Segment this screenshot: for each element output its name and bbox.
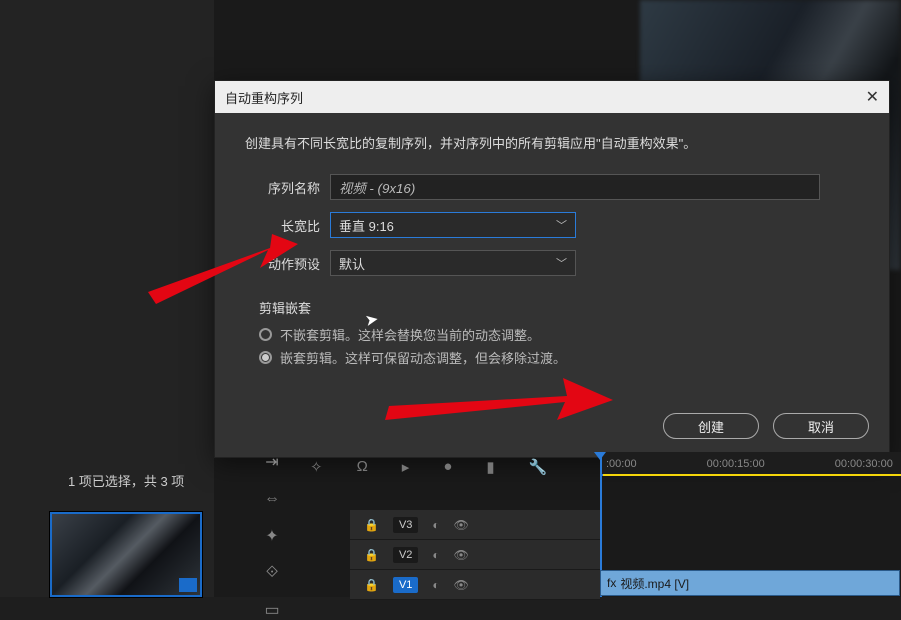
close-icon[interactable]: ✕ bbox=[866, 87, 879, 107]
link-icon[interactable]: ⟐ bbox=[266, 564, 279, 582]
timeline-tool-column: ⇥ ⇔ ✦ ⟐ ▭ bbox=[255, 452, 289, 620]
timeline-clip[interactable]: fx 视频.mp4 [V] bbox=[600, 570, 900, 596]
radio-nest[interactable]: 嵌套剪辑。这样可保留动态调整，但会移除过渡。 bbox=[259, 348, 845, 367]
project-thumbnail[interactable] bbox=[50, 512, 202, 597]
snap-icon[interactable]: ✧ bbox=[310, 458, 323, 476]
settings-icon[interactable]: ▮ bbox=[486, 458, 494, 476]
aspect-ratio-value: 垂直 9:16 bbox=[339, 216, 394, 235]
annotation-arrow-1 bbox=[148, 234, 298, 312]
dialog-titlebar: 自动重构序列 ✕ bbox=[215, 81, 889, 113]
radio-icon bbox=[259, 351, 272, 364]
time-tick-1: 00:00:15:00 bbox=[707, 458, 765, 470]
overwrite-icon[interactable]: ⇔ bbox=[264, 490, 280, 508]
eye-icon[interactable]: 👁 bbox=[454, 548, 469, 562]
clip-nesting-legend: 剪辑嵌套 bbox=[259, 298, 845, 317]
track-v3[interactable]: 🔒 V3 ◐ 👁 bbox=[350, 510, 600, 540]
chevron-down-icon: ﹀ bbox=[556, 255, 567, 271]
track-v2[interactable]: 🔒 V2 ◐ 👁 bbox=[350, 540, 600, 570]
track-v3-label: V3 bbox=[393, 517, 418, 533]
lock-icon[interactable]: 🔒 bbox=[364, 518, 379, 532]
tool-icon[interactable]: ✦ bbox=[265, 526, 278, 546]
motion-preset-value: 默认 bbox=[339, 254, 365, 273]
toggle-output-icon[interactable]: ◐ bbox=[432, 578, 439, 592]
create-button[interactable]: 创建 bbox=[663, 413, 759, 439]
timeline-icon-row: ✧ Ω ▸ ● ▮ 🔧 bbox=[310, 458, 547, 476]
track-header-area: 🔒 V3 ◐ 👁 🔒 V2 ◐ 👁 🔒 V1 ◐ 👁 bbox=[350, 510, 600, 600]
clip-label: 视频.mp4 [V] bbox=[620, 575, 689, 592]
eye-icon[interactable]: 👁 bbox=[454, 518, 469, 532]
annotation-arrow-2 bbox=[385, 378, 615, 438]
dialog-title: 自动重构序列 bbox=[225, 88, 303, 107]
sequence-name-input[interactable] bbox=[330, 174, 820, 200]
lock-icon[interactable]: 🔒 bbox=[364, 578, 379, 592]
toggle-output-icon[interactable]: ◐ bbox=[432, 518, 439, 532]
wrench-icon[interactable]: 🔧 bbox=[529, 458, 548, 476]
time-tick-2: 00:00:30:00 bbox=[835, 458, 893, 470]
sequence-name-label: 序列名称 bbox=[245, 178, 320, 197]
lock-icon[interactable]: 🔒 bbox=[364, 548, 379, 562]
sequence-badge-icon bbox=[179, 578, 197, 592]
dialog-description: 创建具有不同长宽比的复制序列，并对序列中的所有剪辑应用"自动重构效果"。 bbox=[245, 133, 859, 152]
eye-icon[interactable]: 👁 bbox=[454, 578, 469, 592]
radio-nest-label: 嵌套剪辑。这样可保留动态调整，但会移除过渡。 bbox=[280, 348, 566, 367]
track-v2-label: V2 bbox=[393, 547, 418, 563]
chevron-down-icon: ﹀ bbox=[556, 217, 567, 233]
track-v1[interactable]: 🔒 V1 ◐ 👁 bbox=[350, 570, 600, 600]
marker-icon[interactable]: ▭ bbox=[264, 600, 279, 620]
fx-badge-icon: fx bbox=[607, 576, 616, 590]
toggle-output-icon[interactable]: ◐ bbox=[432, 548, 439, 562]
motion-preset-select[interactable]: 默认 ﹀ bbox=[330, 250, 576, 276]
insert-icon[interactable]: ⇥ bbox=[265, 452, 278, 472]
track-v1-label: V1 bbox=[393, 577, 418, 593]
linked-selection-icon[interactable]: ▸ bbox=[402, 458, 410, 476]
magnet-icon[interactable]: Ω bbox=[357, 458, 368, 476]
aspect-ratio-label: 长宽比 bbox=[245, 216, 320, 235]
project-selection-status: 1 项已选择，共 3 项 bbox=[68, 471, 184, 490]
time-ruler[interactable]: :00:00 00:00:15:00 00:00:30:00 00:00:4 bbox=[600, 452, 901, 476]
time-tick-0: :00:00 bbox=[606, 458, 637, 470]
radio-no-nest[interactable]: 不嵌套剪辑。这样会替换您当前的动态调整。 bbox=[259, 325, 845, 344]
work-area-bar[interactable] bbox=[600, 474, 901, 476]
radio-no-nest-label: 不嵌套剪辑。这样会替换您当前的动态调整。 bbox=[280, 325, 540, 344]
radio-icon bbox=[259, 328, 272, 341]
clip-nesting-group: 剪辑嵌套 ➤ 不嵌套剪辑。这样会替换您当前的动态调整。 嵌套剪辑。这样可保留动态… bbox=[245, 288, 859, 385]
marker-tool-icon[interactable]: ● bbox=[443, 458, 452, 476]
cancel-button[interactable]: 取消 bbox=[773, 413, 869, 439]
aspect-ratio-select[interactable]: 垂直 9:16 ﹀ bbox=[330, 212, 576, 238]
